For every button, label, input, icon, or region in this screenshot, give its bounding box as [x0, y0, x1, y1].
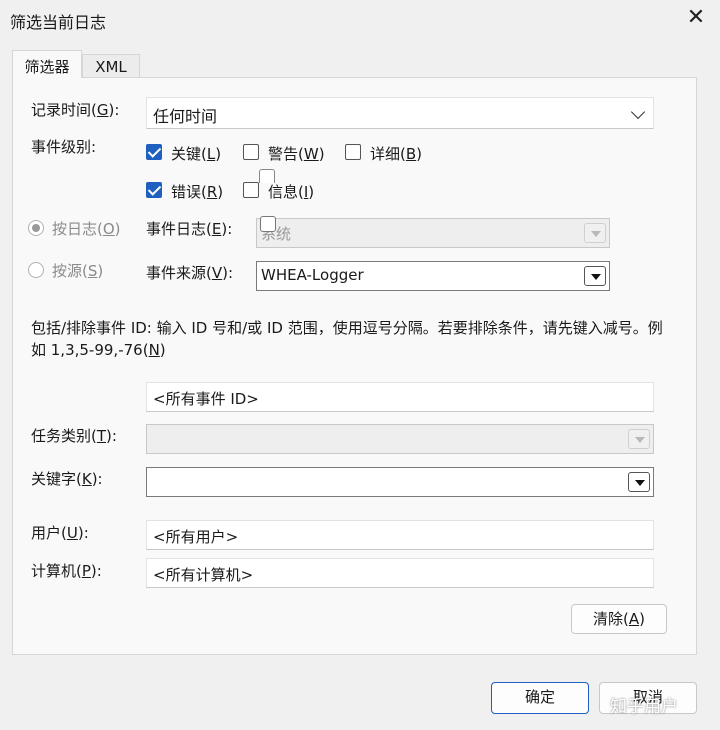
event-logs-label: 事件日志(E): [146, 220, 233, 238]
by-log-label: 按日志(O) [52, 220, 121, 238]
logged-select[interactable]: 任何时间 [146, 97, 654, 129]
warning-label: 警告(W) [268, 145, 325, 163]
by-source-radio[interactable] [28, 262, 44, 278]
logged-label: 记录时间(G): [31, 101, 120, 119]
user-input[interactable]: <所有用户> [146, 520, 654, 550]
event-sources-value: WHEA-Logger [261, 266, 364, 284]
verbose-label: 详细(B) [370, 145, 423, 163]
warning-checkbox[interactable] [243, 144, 259, 160]
information-checkbox[interactable] [243, 182, 259, 198]
critical-label: 关键(L) [171, 145, 222, 163]
event-logs-select[interactable]: 系统 [256, 218, 610, 248]
by-log-radio[interactable] [28, 220, 44, 236]
event-sources-select[interactable]: WHEA-Logger [256, 261, 610, 291]
tooltip-artifact [260, 216, 276, 232]
error-checkbox[interactable] [146, 182, 162, 198]
event-level-label: 事件级别: [31, 138, 97, 156]
by-source-label: 按源(S) [52, 262, 104, 280]
computer-label: 计算机(P): [31, 562, 102, 580]
user-label: 用户(U): [31, 524, 89, 542]
tab-xml[interactable]: XML [82, 54, 140, 78]
dropdown-arrow-icon [584, 266, 606, 286]
computer-input[interactable]: <所有计算机> [146, 558, 654, 588]
close-icon[interactable]: ✕ [680, 2, 712, 34]
window-title: 筛选当前日志 [10, 13, 107, 32]
keywords-select[interactable] [146, 467, 654, 497]
critical-checkbox[interactable] [146, 144, 162, 160]
dropdown-arrow-icon [628, 429, 650, 449]
dropdown-arrow-icon [628, 472, 650, 492]
logged-value: 任何时间 [153, 107, 218, 126]
event-id-description: 包括/排除事件 ID: 输入 ID 号和/或 ID 范围，使用逗号分隔。若要排除… [31, 319, 663, 359]
event-ids-input[interactable]: <所有事件 ID> [146, 382, 654, 412]
verbose-checkbox[interactable] [345, 144, 361, 160]
information-label: 信息(I) [268, 183, 315, 201]
chevron-down-icon [630, 104, 646, 120]
tab-filter[interactable]: 筛选器 [12, 50, 82, 78]
error-label: 错误(R) [171, 183, 224, 201]
event-sources-label: 事件来源(V): [146, 264, 234, 282]
task-category-label: 任务类别(T): [31, 427, 117, 445]
clear-button[interactable]: 清除(A) [571, 604, 667, 634]
ok-button[interactable]: 确定 [491, 682, 589, 714]
watermark: 知乎用户 [610, 697, 678, 717]
keywords-label: 关键字(K): [31, 470, 103, 488]
dropdown-arrow-icon [584, 223, 606, 243]
task-category-select[interactable] [146, 424, 654, 454]
